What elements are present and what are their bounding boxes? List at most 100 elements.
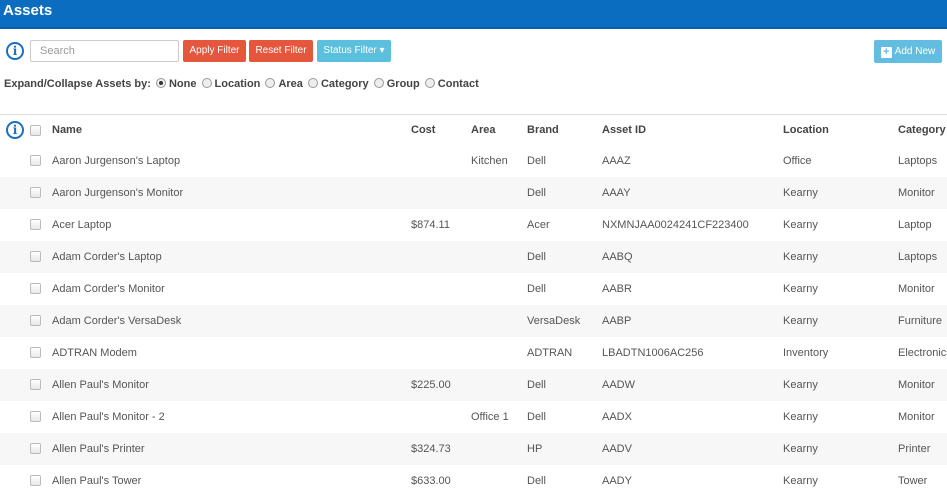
add-new-button[interactable]: + Add New: [874, 40, 942, 63]
radio-button[interactable]: [265, 78, 276, 88]
expand-label: Expand/Collapse Assets by:: [4, 78, 151, 90]
apply-filter-button[interactable]: Apply Filter: [183, 40, 246, 62]
column-header-name[interactable]: Name: [52, 115, 82, 145]
column-header-brand[interactable]: Brand: [527, 115, 559, 145]
status-filter-label: Status Filter: [323, 45, 377, 56]
cell-name[interactable]: Allen Paul's Monitor - 2: [52, 401, 165, 433]
cell-brand: Acer: [527, 219, 550, 231]
page-title: Assets: [3, 2, 53, 19]
cell-name[interactable]: Acer Laptop: [52, 209, 111, 241]
search-input[interactable]: [30, 40, 179, 62]
cell-name[interactable]: Allen Paul's Tower: [52, 465, 141, 497]
table-row[interactable]: Adam Corder's VersaDesk VersaDesk AABP Kear…: [0, 305, 947, 337]
plus-icon: +: [880, 46, 892, 58]
cell-cost: $874.11: [411, 219, 450, 231]
row-checkbox[interactable]: [30, 379, 41, 390]
expand-collapse-options: Expand/Collapse Assets by: None Location…: [4, 78, 479, 90]
table-row[interactable]: Allen Paul's Printer $324.73 HP AADV Kearny P…: [0, 433, 947, 465]
row-checkbox[interactable]: [30, 187, 41, 198]
cell-brand: Dell: [527, 283, 546, 295]
row-checkbox[interactable]: [30, 315, 41, 326]
expand-option-location[interactable]: Location: [200, 78, 264, 90]
cell-category: Tower: [898, 475, 928, 487]
cell-brand: Dell: [527, 411, 546, 423]
table-row[interactable]: Aaron Jurgenson's Laptop Kitchen Dell AAAZ O…: [0, 145, 947, 177]
expand-option-category[interactable]: Category: [306, 78, 372, 90]
expand-option-contact[interactable]: Contact: [423, 78, 479, 90]
cell-cost: $324.73: [411, 443, 451, 455]
row-checkbox[interactable]: [30, 411, 41, 422]
cell-category: Laptops: [898, 251, 938, 263]
cell-name[interactable]: ADTRAN Modem: [52, 337, 137, 369]
expand-option-group[interactable]: Group: [372, 78, 423, 90]
cell-name[interactable]: Allen Paul's Monitor: [52, 369, 149, 401]
radio-button[interactable]: [424, 78, 435, 88]
cell-category: Electronics: [898, 347, 947, 359]
cell-name[interactable]: Aaron Jurgenson's Monitor: [52, 177, 183, 209]
cell-location: Kearny: [783, 283, 818, 295]
cell-asset-id: AABQ: [602, 251, 633, 263]
table-row[interactable]: Acer Laptop $874.11 Acer NXMNJAA0024241CF22…: [0, 209, 947, 241]
info-icon[interactable]: i: [6, 42, 24, 60]
cell-location: Kearny: [783, 443, 818, 455]
cell-name[interactable]: Aaron Jurgenson's Laptop: [52, 145, 180, 177]
cell-name[interactable]: Adam Corder's Monitor: [52, 273, 165, 305]
chevron-down-icon: ▾: [379, 45, 385, 56]
column-header-area[interactable]: Area: [471, 115, 495, 145]
cell-name[interactable]: Adam Corder's VersaDesk: [52, 305, 181, 337]
info-icon[interactable]: i: [6, 121, 24, 139]
table-row[interactable]: Allen Paul's Monitor - 2 Office 1 Dell AADX…: [0, 401, 947, 433]
column-header-asset-id[interactable]: Asset ID: [602, 115, 646, 145]
reset-filter-button[interactable]: Reset Filter: [249, 40, 313, 62]
column-header-category[interactable]: Category: [898, 115, 946, 145]
status-filter-button[interactable]: Status Filter ▾: [317, 40, 391, 62]
row-checkbox[interactable]: [30, 155, 41, 166]
cell-name[interactable]: Adam Corder's Laptop: [52, 241, 162, 273]
cell-brand: Dell: [527, 187, 546, 199]
cell-category: Monitor: [898, 379, 935, 391]
column-header-cost[interactable]: Cost: [411, 115, 435, 145]
cell-brand: VersaDesk: [527, 315, 581, 327]
cell-asset-id: AABP: [602, 315, 632, 327]
expand-option-label: Area: [278, 78, 303, 90]
cell-location: Kearny: [783, 251, 818, 263]
expand-option-none[interactable]: None: [154, 78, 200, 90]
cell-category: Laptop: [898, 219, 932, 231]
table-row[interactable]: Allen Paul's Tower $633.00 Dell AADY Kearny T…: [0, 465, 947, 497]
cell-location: Kearny: [783, 475, 818, 487]
expand-option-label: Group: [386, 78, 420, 90]
table-row[interactable]: Adam Corder's Laptop Dell AABQ Kearny Laptop…: [0, 241, 947, 273]
cell-category: Furniture: [898, 315, 943, 327]
expand-option-area[interactable]: Area: [263, 78, 306, 90]
row-checkbox[interactable]: [30, 283, 41, 294]
select-all-checkbox[interactable]: [30, 125, 41, 136]
row-checkbox[interactable]: [30, 219, 41, 230]
add-new-label: Add New: [894, 45, 936, 57]
column-header-location[interactable]: Location: [783, 115, 829, 145]
radio-button[interactable]: [201, 78, 212, 88]
radio-button[interactable]: [155, 78, 166, 88]
cell-category: Monitor: [898, 187, 935, 199]
row-checkbox[interactable]: [30, 251, 41, 262]
expand-option-label: Category: [320, 78, 369, 90]
cell-location: Kearny: [783, 379, 818, 391]
cell-location: Office: [783, 155, 812, 167]
row-checkbox[interactable]: [30, 443, 41, 454]
table-row[interactable]: Aaron Jurgenson's Monitor Dell AAAY Kearny M…: [0, 177, 947, 209]
table-row[interactable]: Adam Corder's Monitor Dell AABR Kearny Monit…: [0, 273, 947, 305]
cell-asset-id: AABR: [602, 283, 632, 295]
row-checkbox[interactable]: [30, 475, 41, 486]
cell-brand: Dell: [527, 475, 546, 487]
radio-button[interactable]: [307, 78, 318, 88]
table-row[interactable]: Allen Paul's Monitor $225.00 Dell AADW Kearn…: [0, 369, 947, 401]
cell-asset-id: AAAZ: [602, 155, 631, 167]
cell-area: Office 1: [471, 411, 509, 423]
cell-name[interactable]: Allen Paul's Printer: [52, 433, 145, 465]
expand-option-label: Location: [214, 78, 261, 90]
row-checkbox[interactable]: [30, 347, 41, 358]
expand-option-label: Contact: [437, 78, 479, 90]
cell-brand: HP: [527, 443, 543, 455]
table-row[interactable]: ADTRAN Modem ADTRAN LBADTN1006AC256 Invento…: [0, 337, 947, 369]
cell-asset-id: AADX: [602, 411, 632, 423]
radio-button[interactable]: [373, 78, 384, 88]
